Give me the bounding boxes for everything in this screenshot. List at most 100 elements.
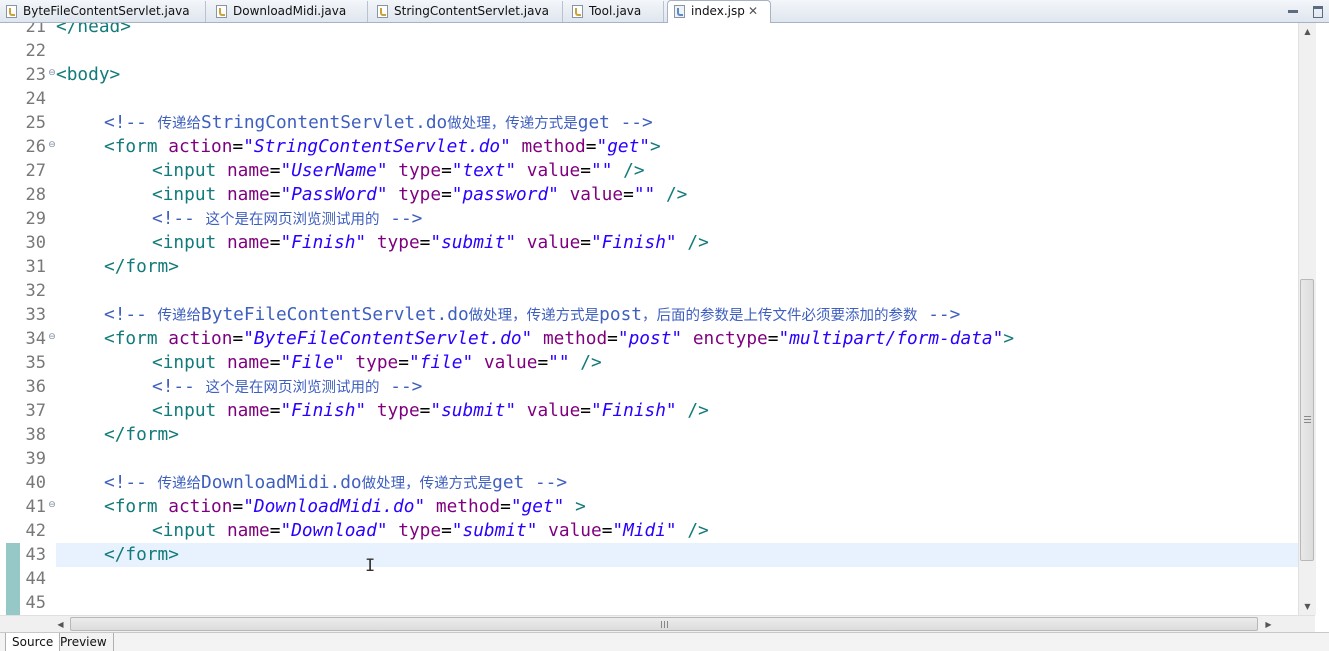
attribute-value: "Finish" — [280, 232, 367, 253]
comment: 做处理，传递方式是 — [361, 476, 493, 492]
code-line-40: <!-- 传递给DownloadMidi.do做处理，传递方式是get --> — [104, 471, 567, 495]
tab-stringcontentservlet-java[interactable]: StringContentServlet.java — [371, 1, 563, 22]
equals: = — [623, 184, 634, 205]
attribute-value: "PassWord" — [280, 184, 388, 205]
comment: ByteFileContentServlet.do — [201, 304, 469, 325]
code-line-25: <!-- 传递给StringContentServlet.do做处理，传递方式是… — [104, 111, 653, 135]
comment: post — [599, 304, 642, 325]
attribute-value: "Download" — [280, 520, 388, 541]
comment: <!-- — [152, 376, 206, 397]
vertical-scroll-thumb[interactable] — [1300, 279, 1314, 561]
line-number: 40 — [25, 473, 46, 493]
tab-index-jsp[interactable]: index.jsp ✕ — [667, 0, 771, 23]
code-line-41: <form action="DownloadMidi.do" method="g… — [104, 495, 586, 519]
tag: <form — [104, 328, 158, 349]
equals: = — [269, 232, 281, 253]
tab-downloadmidi-java[interactable]: DownloadMidi.java — [210, 1, 368, 22]
tab-bytefilecontentservlet-java[interactable]: ByteFileContentServlet.java — [0, 1, 206, 22]
attribute-value: "submit" — [430, 232, 517, 253]
scroll-down-icon[interactable]: ▼ — [1299, 598, 1316, 615]
tag: </head> — [56, 23, 131, 37]
code-line-37: <input name="Finish" type="submit" value… — [152, 399, 709, 423]
fold-toggle-icon[interactable]: ⊖ — [47, 500, 57, 510]
code-line-38: </form> — [104, 423, 179, 447]
equals: = — [601, 520, 613, 541]
code-line-42: <input name="Download" type="submit" val… — [152, 519, 709, 543]
maximize-icon[interactable] — [1311, 4, 1325, 18]
java-file-icon — [6, 5, 17, 18]
code-line-28: <input name="PassWord" type="password" v… — [152, 183, 687, 207]
horizontal-scrollbar[interactable]: ◀ ▶ — [0, 615, 1315, 633]
attribute-value: "Finish" — [591, 400, 677, 421]
attribute-name: type — [344, 352, 399, 373]
vertical-scrollbar[interactable]: ▲ ▼ — [1298, 23, 1316, 615]
fold-toggle-icon[interactable]: ⊖ — [47, 332, 57, 342]
comment: <!-- — [152, 208, 206, 229]
java-file-icon — [216, 5, 227, 18]
attribute-name: name — [216, 352, 270, 373]
line-number: 24 — [25, 89, 46, 109]
scroll-left-icon[interactable]: ◀ — [52, 616, 69, 633]
code-line-31: </form> — [104, 255, 179, 279]
attribute-value: "password" — [451, 184, 559, 205]
attribute-value: "Finish" — [280, 400, 367, 421]
scroll-up-icon[interactable]: ▲ — [1299, 23, 1316, 40]
tag: /> — [655, 184, 688, 205]
attribute-name: value — [516, 232, 581, 253]
comment: <!-- — [104, 472, 158, 493]
attribute-value: "DownloadMidi.do" — [243, 496, 426, 517]
attribute-name: type — [387, 520, 442, 541]
equals: = — [580, 400, 591, 421]
close-icon[interactable]: ✕ — [748, 1, 758, 22]
tab-label: ByteFileContentServlet.java — [23, 4, 190, 18]
tab-label: DownloadMidi.java — [233, 4, 347, 18]
attribute-name: value — [558, 184, 624, 205]
fold-toggle-icon[interactable]: ⊖ — [47, 140, 57, 150]
line-number: 41 — [25, 497, 46, 517]
line-number: 43 — [25, 545, 46, 565]
comment: get --> — [577, 112, 653, 133]
horizontal-scroll-thumb[interactable] — [70, 617, 1258, 631]
attribute-name: method — [425, 496, 501, 517]
equals: = — [232, 136, 244, 157]
equals: = — [419, 232, 431, 253]
scroll-right-icon[interactable]: ▶ — [1260, 616, 1277, 633]
code-editor[interactable]: 21 22 23 24 25 26 27 28 29 30 31 32 33 3… — [0, 23, 1298, 615]
code-line-43: </form> — [104, 543, 179, 567]
line-number: 33 — [25, 305, 46, 325]
code-line-26: <form action="StringContentServlet.do" m… — [104, 135, 661, 159]
tab-label: Tool.java — [589, 4, 642, 18]
tab-preview[interactable]: Preview — [54, 633, 114, 651]
attribute-name: enctype — [682, 328, 768, 349]
line-number: 25 — [25, 113, 46, 133]
equals: = — [580, 232, 591, 253]
attribute-value: "" — [590, 160, 613, 181]
comment: --> — [917, 304, 961, 325]
attribute-name: action — [157, 136, 233, 157]
equals: = — [269, 400, 281, 421]
equals: = — [580, 160, 591, 181]
attribute-value: "get" — [510, 496, 565, 517]
tab-tool-java[interactable]: Tool.java — [566, 1, 664, 22]
minimize-icon[interactable] — [1286, 4, 1300, 18]
line-number: 30 — [25, 233, 46, 253]
tag: > — [564, 496, 586, 517]
attribute-value: "Midi" — [612, 520, 677, 541]
attribute-name: method — [532, 328, 608, 349]
attribute-value: "post" — [617, 328, 683, 349]
tab-source[interactable]: Source — [5, 633, 61, 651]
comment: DownloadMidi.do — [201, 472, 362, 493]
equals: = — [269, 184, 281, 205]
attribute-value: "UserName" — [280, 160, 388, 181]
code-line-29: <!-- 这个是在网页浏览测试用的 --> — [152, 207, 422, 231]
attribute-name: type — [366, 232, 420, 253]
equals: = — [398, 352, 409, 373]
comment: --> — [379, 376, 423, 397]
line-number: 28 — [25, 185, 46, 205]
code-line-35: <input name="File" type="file" value="" … — [152, 351, 602, 375]
overview-ruler — [0, 23, 8, 615]
tag: <body> — [56, 64, 121, 85]
line-number: 26 — [25, 137, 46, 157]
tag: > — [650, 136, 661, 157]
comment: 做处理，传递方式是 — [447, 116, 578, 132]
